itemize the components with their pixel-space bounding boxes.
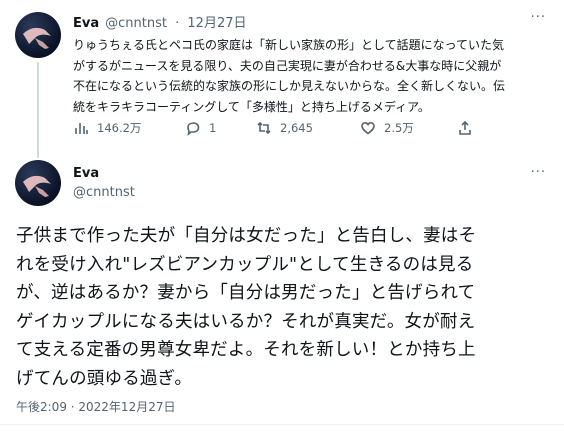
text-line: 統をキラキラコーティングして「多様性」と持ち上げるメディア。 bbox=[73, 99, 430, 114]
thread-line bbox=[37, 62, 39, 158]
avatar[interactable] bbox=[15, 160, 61, 206]
views-icon bbox=[75, 123, 88, 134]
text-line: がするがニュースを見る限り、夫の自己実現に妻が合わせる&大事な時に父親が bbox=[73, 58, 502, 73]
text-line: が、逆はあるか？妻から「自分は男だった」と告げられて bbox=[16, 283, 476, 303]
text-line: 子供まで作った夫が「自分は女だった」と告白し、妻はそ bbox=[16, 226, 477, 246]
retweet-button[interactable]: 2,645 bbox=[256, 120, 313, 136]
reply-button[interactable]: 1 bbox=[185, 120, 216, 136]
more-icon[interactable]: ··· bbox=[531, 165, 546, 180]
text-line: げてんの頭ゆる過ぎ。 bbox=[16, 368, 193, 389]
reply-count: 1 bbox=[209, 121, 217, 135]
tweet-date[interactable]: 12月27日 bbox=[187, 16, 246, 31]
views-count: 146.2万 bbox=[97, 121, 142, 135]
views-button[interactable]: 146.2万 bbox=[73, 120, 141, 136]
avatar-image bbox=[23, 27, 51, 49]
like-icon bbox=[361, 121, 375, 135]
author-name[interactable]: Eva bbox=[73, 166, 99, 181]
more-icon[interactable]: ··· bbox=[531, 10, 546, 25]
avatar[interactable] bbox=[15, 12, 61, 58]
date-separator: · bbox=[175, 16, 180, 31]
text-line: 不在になるという伝統的な家族の形にしか見えないからな。全く新しくない。伝 bbox=[73, 79, 506, 93]
author-name[interactable]: Eva bbox=[73, 16, 99, 31]
like-button[interactable]: 2.5万 bbox=[360, 120, 414, 136]
like-count: 2.5万 bbox=[384, 121, 414, 135]
tweet1-actions: 146.2万 1 2,645 2.5万 bbox=[73, 120, 503, 142]
reply-icon bbox=[187, 122, 200, 136]
tweet-timestamp[interactable]: 午後2:09 · 2022年12月27日 bbox=[16, 398, 175, 415]
share-icon bbox=[459, 120, 471, 135]
divider bbox=[0, 424, 564, 425]
text-line: れを受け入れ"レズビアンカップル"として生きるのは見る bbox=[16, 254, 474, 275]
retweet-count: 2,645 bbox=[280, 121, 313, 135]
author-handle[interactable]: @cnntnst bbox=[73, 185, 135, 200]
tweet2-text: 子供まで作った夫が「自分は女だった」と告白し、妻はそ れを受け入れ"レズビアンカ… bbox=[16, 222, 556, 393]
tweet1-header: Eva @cnntnst · 12月27日 bbox=[73, 12, 247, 31]
retweet-icon bbox=[257, 121, 271, 135]
tweet1-text: りゅうちぇる氏とペコ氏の家庭は「新しい家族の形」として話題になっていた気 がする… bbox=[73, 35, 553, 117]
avatar-image bbox=[23, 175, 51, 197]
text-line: りゅうちぇる氏とペコ氏の家庭は「新しい家族の形」として話題になっていた気 bbox=[73, 38, 505, 52]
text-line: て支える定番の男尊女卑だよ。それを新しい！とか持ち上 bbox=[16, 340, 476, 360]
author-handle[interactable]: @cnntnst bbox=[105, 16, 167, 31]
text-line: ゲイカップルになる夫はいるか？それが真実だ。女が耐え bbox=[16, 311, 476, 332]
share-button[interactable] bbox=[457, 120, 473, 136]
